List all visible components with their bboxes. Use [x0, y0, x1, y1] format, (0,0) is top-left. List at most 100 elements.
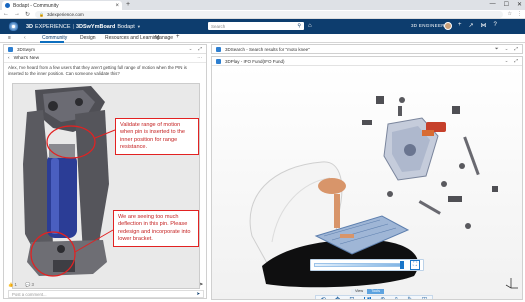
avatar[interactable] [444, 22, 452, 30]
tab-manage[interactable]: Manage [155, 35, 173, 41]
tabs-chevron-icon[interactable]: ‹ [24, 35, 26, 41]
reload-icon[interactable]: ↻ [25, 11, 30, 18]
zoom-icon[interactable]: ⌕ [395, 296, 398, 299]
swym-panel: 3DSwym ⌄ ⤢ ‹ What's New ⋯ Alex, I've hear… [3, 44, 207, 299]
play-panel-header: 3DPlay - IFO Fund(IFO Fund) ⌄ ⤢ [212, 57, 522, 66]
annotated-part-image: Validate range of motion when pin is ins… [12, 83, 200, 289]
tab-design[interactable]: Design [80, 35, 96, 41]
comment-input[interactable]: Post a comment... ➤ [8, 290, 204, 298]
compass-icon[interactable] [0, 19, 26, 34]
swym-app-icon [8, 46, 13, 52]
browser-tab[interactable]: Bodapt - Community × [2, 1, 122, 10]
filter-icon[interactable]: ⏷ [495, 46, 499, 52]
panel-maximize-icon[interactable]: ⤢ [514, 46, 518, 52]
add-tab-button[interactable]: + [176, 34, 180, 40]
brand-experience: EXPERIENCE [35, 23, 71, 30]
viewer-mode-tabs: View Tools [351, 289, 385, 294]
explode-slider-thumb[interactable] [400, 261, 404, 269]
post-footer: 👍 1 💬 3 ⚑ [8, 281, 203, 289]
post-body: Alex, I've heard from a few users that t… [8, 65, 187, 76]
header-actions: + ↗ ⋈ ? [458, 22, 497, 29]
close-tab-icon[interactable]: × [115, 3, 119, 9]
tab-tools[interactable]: Tools [367, 289, 385, 294]
back-chevron-icon[interactable]: ‹ [8, 56, 10, 61]
network-icon[interactable]: ⋈ [481, 22, 487, 29]
active-tab-indicator [40, 41, 64, 43]
window-controls: — ☐ ✕ [490, 1, 522, 8]
section-title: What's New [13, 55, 40, 61]
search-results-panel: 3DSearch - Search results for "moto knee… [211, 44, 523, 54]
play-app-icon [216, 58, 221, 64]
user-name[interactable]: 3D ENGINEER [411, 23, 445, 28]
fit-all-button[interactable]: ⛶ [410, 260, 420, 270]
like-button[interactable]: 👍 1 [8, 282, 17, 288]
panel-menu-icon[interactable]: ⌄ [505, 46, 509, 52]
url-text: 3dexperience.com [47, 11, 84, 17]
axis-triad-icon [505, 278, 518, 289]
panel-maximize-icon[interactable]: ⤢ [514, 58, 518, 64]
app-name: 3DSwYmBoard [75, 23, 116, 30]
swym-panel-header: 3DSwym ⌄ ⤢ [4, 45, 206, 54]
tag-icon[interactable]: ⌂ [308, 23, 312, 29]
search-panel-title: 3DSearch - Search results for "moto knee… [225, 46, 310, 52]
play-viewer-panel: 3DPlay - IFO Fund(IFO Fund) ⌄ ⤢ ⛶ View T… [211, 56, 523, 300]
chevron-down-icon[interactable]: ▼ [137, 24, 141, 29]
address-bar: ← → ↻ 🔒 3dexperience.com ☆ ⋮ [0, 10, 525, 19]
like-count: 1 [14, 282, 17, 287]
swym-panel-title: 3DSwym [17, 46, 36, 52]
site-favicon-icon [5, 3, 10, 8]
measure-icon[interactable]: ⊕ [380, 297, 385, 300]
star-icon[interactable]: ☆ [508, 11, 512, 17]
brand-3d: 3D [26, 23, 34, 30]
minimize-button[interactable]: — [490, 1, 496, 8]
panel-menu-icon[interactable]: ⌄ [189, 46, 193, 52]
forward-icon[interactable]: → [14, 11, 20, 17]
callout-deflection: We are seeing too much deflection in thi… [113, 210, 199, 248]
panel-menu-icon[interactable]: ⌄ [505, 58, 509, 64]
section-icon[interactable]: ◧ [363, 296, 371, 299]
play-panel-title: 3DPlay - IFO Fund(IFO Fund) [225, 58, 285, 64]
app-header: 3D EXPERIENCE | 3DSwYmBoard Bodapt ▼ Sear… [0, 19, 525, 34]
more-icon[interactable]: ⋯ [197, 56, 202, 61]
add-icon[interactable]: + [458, 22, 462, 29]
share-icon[interactable]: ↗ [469, 22, 474, 29]
menu-dots-icon[interactable]: ⋮ [517, 11, 522, 17]
fit-icon[interactable]: ⊡ [349, 297, 354, 300]
close-window-button[interactable]: ✕ [517, 1, 522, 8]
send-icon[interactable]: ➤ [196, 291, 200, 297]
viewer-action-bar: ⟲ ✥ ⊡ ◧ ⊕ ⌕ ✎ ◫ [315, 295, 433, 299]
comment-count: 3 [31, 282, 34, 287]
panel-maximize-icon[interactable]: ⤢ [198, 46, 202, 52]
pan-icon[interactable]: ✥ [335, 297, 340, 300]
callout-validate-range: Validate range of motion when pin is ins… [115, 118, 199, 156]
comment-placeholder: Post a comment... [12, 291, 47, 297]
maximize-button[interactable]: ☐ [504, 1, 509, 8]
flag-icon[interactable]: ⚑ [199, 282, 203, 288]
back-icon[interactable]: ← [3, 11, 9, 17]
search-input[interactable]: Search ⚲ [208, 22, 304, 30]
explode-slider-track[interactable] [314, 261, 404, 269]
explode-slider[interactable]: ⛶ [310, 259, 424, 271]
lock-icon: 🔒 [39, 11, 45, 17]
search-app-icon [216, 46, 221, 52]
tab-view[interactable]: View [351, 289, 368, 294]
annotate-icon[interactable]: ✎ [407, 297, 412, 300]
browser-tab-bar: Bodapt - Community × + — ☐ ✕ [0, 0, 525, 10]
3d-viewport[interactable]: ⛶ View Tools ⟲ ✥ ⊡ ◧ ⊕ ⌕ ✎ ◫ [212, 66, 522, 299]
tab-resources-and-learning[interactable]: Resources and Learning [105, 35, 159, 41]
whats-new-bar: ‹ What's New ⋯ [4, 54, 206, 63]
help-icon[interactable]: ? [494, 22, 497, 29]
url-field[interactable]: 🔒 3dexperience.com [35, 10, 503, 18]
new-tab-button[interactable]: + [126, 1, 130, 8]
explode-icon[interactable]: ◫ [422, 297, 427, 300]
search-icon[interactable]: ⚲ [297, 23, 301, 29]
browser-tab-title: Bodapt - Community [13, 2, 59, 9]
app-title: 3D EXPERIENCE | 3DSwYmBoard Bodapt ▼ [26, 23, 141, 30]
dashboard-tabs: ≡ ‹ Community Design Resources and Learn… [0, 34, 525, 43]
prosthetic-knee-render [13, 84, 199, 288]
tabs-menu-icon[interactable]: ≡ [8, 35, 11, 41]
app-context: Bodapt [117, 23, 135, 30]
comment-button[interactable]: 💬 3 [25, 282, 34, 288]
rotate-icon[interactable]: ⟲ [321, 297, 326, 300]
search-placeholder: Search [211, 23, 226, 29]
